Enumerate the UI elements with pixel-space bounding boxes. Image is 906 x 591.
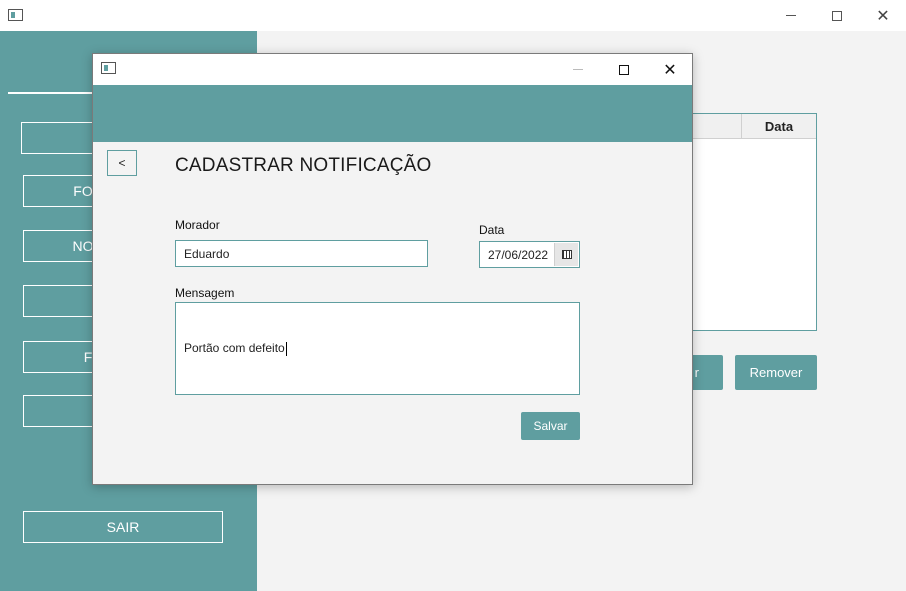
- minimize-icon: [573, 69, 583, 70]
- dialog-minimize-button[interactable]: [555, 54, 601, 85]
- app-icon: [101, 62, 116, 74]
- grid-column-data[interactable]: Data: [742, 114, 816, 139]
- notification-dialog: ✕ < CADASTRAR NOTIFICAÇÃO Morador Eduard…: [92, 53, 693, 485]
- main-maximize-button[interactable]: [814, 0, 860, 31]
- app-icon: [8, 9, 23, 21]
- sidebar-header-underline: [8, 92, 98, 94]
- date-picker[interactable]: 27/06/2022: [479, 241, 580, 268]
- grid-header: Data: [691, 114, 816, 139]
- close-icon: ✕: [876, 6, 890, 25]
- morador-value: Eduardo: [184, 246, 230, 261]
- minimize-icon: [786, 15, 796, 16]
- mensagem-label: Mensagem: [175, 286, 235, 300]
- mensagem-textarea[interactable]: Portão com defeito: [175, 302, 580, 395]
- data-label: Data: [479, 223, 505, 237]
- main-close-button[interactable]: ✕: [860, 0, 906, 31]
- maximize-icon: [619, 64, 629, 75]
- exit-button-label: SAIR: [106, 519, 140, 535]
- dialog-banner: [93, 85, 692, 142]
- dialog-title: CADASTRAR NOTIFICAÇÃO: [175, 155, 432, 176]
- text-caret: [285, 341, 287, 356]
- calendar-icon: [561, 250, 572, 259]
- sidebar-button-label: F: [83, 349, 93, 365]
- partial-action-label: r: [694, 365, 699, 380]
- notifications-grid[interactable]: Data: [690, 113, 817, 331]
- close-icon: ✕: [663, 60, 677, 79]
- remove-button-label: Remover: [749, 365, 803, 380]
- back-button[interactable]: <: [107, 150, 137, 176]
- sidebar-button-label: FO: [73, 183, 93, 199]
- main-title-bar: ✕: [0, 0, 906, 31]
- dialog-close-button[interactable]: ✕: [647, 54, 693, 85]
- mensagem-value: Portão com defeito: [184, 341, 285, 355]
- maximize-icon: [832, 10, 842, 21]
- save-button-label: Salvar: [533, 419, 568, 433]
- main-minimize-button[interactable]: [768, 0, 814, 31]
- calendar-button[interactable]: [554, 243, 578, 266]
- dialog-title-bar: ✕: [93, 54, 692, 85]
- sidebar-button-label: NO: [72, 238, 94, 254]
- exit-button[interactable]: SAIR: [23, 511, 223, 543]
- save-button[interactable]: Salvar: [521, 412, 580, 440]
- morador-label: Morador: [175, 218, 220, 232]
- morador-input[interactable]: Eduardo: [175, 240, 428, 267]
- dialog-maximize-button[interactable]: [601, 54, 647, 85]
- remove-button[interactable]: Remover: [735, 355, 817, 390]
- back-button-label: <: [118, 156, 126, 170]
- date-value: 27/06/2022: [488, 247, 549, 262]
